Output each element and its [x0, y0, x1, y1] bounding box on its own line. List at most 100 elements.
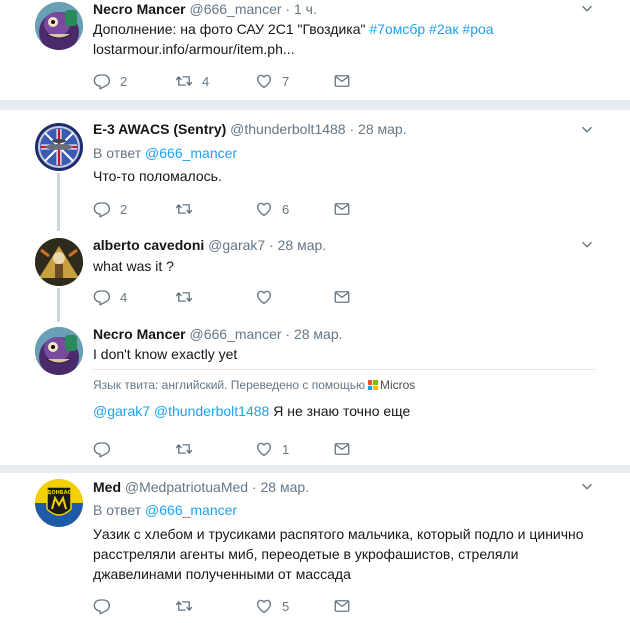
tweet-link[interactable]: lostarmour.info/armour/item.ph... — [93, 41, 295, 57]
translation-brand[interactable]: Micros — [380, 378, 415, 392]
microsoft-logo-icon — [367, 380, 378, 390]
tweet-2[interactable]: E-3 AWACS (Sentry) @thunderbolt1488 · 28… — [0, 110, 630, 231]
direct-message-button[interactable] — [333, 200, 351, 218]
retweet-button[interactable] — [175, 440, 202, 458]
like-button[interactable]: 5 — [255, 597, 289, 615]
retweet-icon — [175, 72, 193, 90]
author-name[interactable]: Necro Mancer — [93, 1, 186, 17]
retweet-button[interactable] — [175, 597, 202, 615]
author-handle[interactable]: @666_mancer — [189, 1, 281, 17]
author-name[interactable]: Med — [93, 479, 121, 495]
like-icon — [255, 200, 273, 218]
section-divider — [0, 465, 630, 473]
author-handle[interactable]: @MedpatriotuaMed — [125, 479, 248, 495]
tweet-header: E-3 AWACS (Sentry) @thunderbolt1488 · 28… — [93, 120, 407, 138]
direct-message-button[interactable] — [333, 440, 351, 458]
direct-message-button[interactable] — [333, 288, 351, 306]
translated-text: @garak7 @thunderbolt1488 Я не знаю точно… — [93, 401, 410, 421]
tweet-header: Med @MedpatriotuaMed · 28 мар. — [93, 478, 309, 496]
reply-mention[interactable]: @666_mancer — [145, 145, 237, 161]
author-name[interactable]: Necro Mancer — [93, 326, 186, 342]
author-handle[interactable]: @garak7 — [208, 237, 265, 253]
direct-message-button[interactable] — [333, 597, 351, 615]
thread-line — [57, 173, 60, 231]
tweet-header: Necro Mancer @666_mancer · 28 мар. — [93, 325, 343, 343]
tweet-4[interactable]: Necro Mancer @666_mancer · 28 мар. I don… — [0, 320, 630, 465]
hashtags[interactable]: #7омсбр #2ак #роа — [369, 21, 493, 37]
reply-label: В ответ — [93, 502, 142, 518]
caret-down-icon[interactable] — [580, 123, 594, 137]
tweet-text: Дополнение: на фото САУ 2С1 "Гвоздика" #… — [93, 19, 613, 59]
envelope-icon — [333, 200, 351, 218]
tweet-1[interactable]: Necro Mancer @666_mancer · 1 ч. Дополнен… — [0, 0, 630, 100]
reply-button[interactable] — [93, 440, 120, 458]
tweet-text-line: расстреляли агенты миб, переодетые в укр… — [93, 546, 519, 562]
reply-mention[interactable]: @666_mancer — [145, 502, 237, 518]
reply-count: 2 — [120, 201, 128, 217]
like-icon — [255, 597, 273, 615]
like-button[interactable]: 6 — [255, 200, 289, 218]
caret-down-icon[interactable] — [580, 238, 594, 252]
tweet-header: Necro Mancer @666_mancer · 1 ч. — [93, 0, 317, 18]
like-button[interactable]: 1 — [255, 440, 289, 458]
translation-divider — [93, 369, 595, 370]
retweet-button[interactable] — [175, 288, 202, 306]
tweet-time[interactable]: · 28 мар. — [285, 326, 342, 342]
like-count: 7 — [282, 73, 290, 89]
tweet-text: Уазик с хлебом и трусиками распятого мал… — [93, 524, 603, 584]
author-handle[interactable]: @thunderbolt1488 — [230, 121, 345, 137]
reply-button[interactable]: 2 — [93, 200, 127, 218]
retweet-button[interactable]: 4 — [175, 72, 209, 90]
tweet-time[interactable]: · 1 ч. — [285, 1, 316, 17]
donbass-badge-avatar-icon: ДОНБАС — [35, 479, 83, 527]
author-name[interactable]: alberto cavedoni — [93, 237, 204, 253]
tweet-actions: 2 6 — [93, 200, 363, 218]
section-divider — [0, 100, 630, 110]
reply-icon — [93, 597, 111, 615]
like-count: 6 — [282, 201, 290, 217]
caret-down-icon[interactable] — [580, 480, 594, 494]
envelope-icon — [333, 440, 351, 458]
like-icon — [255, 72, 273, 90]
tweet-actions: 1 — [93, 440, 363, 458]
reply-button[interactable]: 4 — [93, 288, 127, 306]
avatar[interactable] — [35, 2, 83, 50]
tweet-header: alberto cavedoni @garak7 · 28 мар. — [93, 236, 326, 254]
tweet-time[interactable]: · 28 мар. — [349, 121, 406, 137]
retweet-count: 4 — [202, 73, 210, 89]
author-handle[interactable]: @666_mancer — [189, 326, 281, 342]
retweet-icon — [175, 200, 193, 218]
reply-button[interactable] — [93, 597, 120, 615]
caret-down-icon[interactable] — [580, 2, 594, 16]
envelope-icon — [333, 288, 351, 306]
tweet-text: what was it ? — [93, 258, 174, 274]
avatar[interactable] — [35, 238, 83, 286]
avatar[interactable]: ДОНБАС — [35, 479, 83, 527]
translation-label: Язык твита: английский. Переведено с пом… — [93, 378, 365, 392]
reply-button[interactable]: 2 — [93, 72, 127, 90]
reply-count: 4 — [120, 289, 128, 305]
like-count: 5 — [282, 598, 290, 614]
translated-mentions[interactable]: @garak7 @thunderbolt1488 — [93, 403, 269, 419]
tweet-actions: 4 — [93, 288, 363, 306]
like-count: 1 — [282, 441, 290, 457]
avatar[interactable] — [35, 327, 83, 375]
tweet-text-line: джавелинами полученными от массада — [93, 566, 351, 582]
author-name[interactable]: E-3 AWACS (Sentry) — [93, 121, 226, 137]
retweet-button[interactable] — [175, 200, 202, 218]
like-button[interactable] — [255, 288, 282, 306]
direct-message-button[interactable] — [333, 72, 351, 90]
tweet-text: Что-то поломалось. — [93, 168, 222, 184]
tweet-time[interactable]: · 28 мар. — [252, 479, 309, 495]
thread-line — [57, 288, 60, 322]
tweet-actions: 2 4 7 — [93, 72, 363, 90]
tweet-5[interactable]: ДОНБАС Med @MedpatriotuaMed · 28 мар. В … — [0, 473, 630, 623]
reply-icon — [93, 440, 111, 458]
like-button[interactable]: 7 — [255, 72, 289, 90]
tweet-3[interactable]: alberto cavedoni @garak7 · 28 мар. what … — [0, 230, 630, 322]
tweet-time[interactable]: · 28 мар. — [269, 237, 326, 253]
reply-context: В ответ @666_mancer — [93, 501, 237, 519]
like-icon — [255, 288, 273, 306]
tweet-text-prefix: Дополнение: на фото САУ 2С1 "Гвоздика" — [93, 21, 370, 37]
avatar[interactable] — [35, 123, 83, 171]
